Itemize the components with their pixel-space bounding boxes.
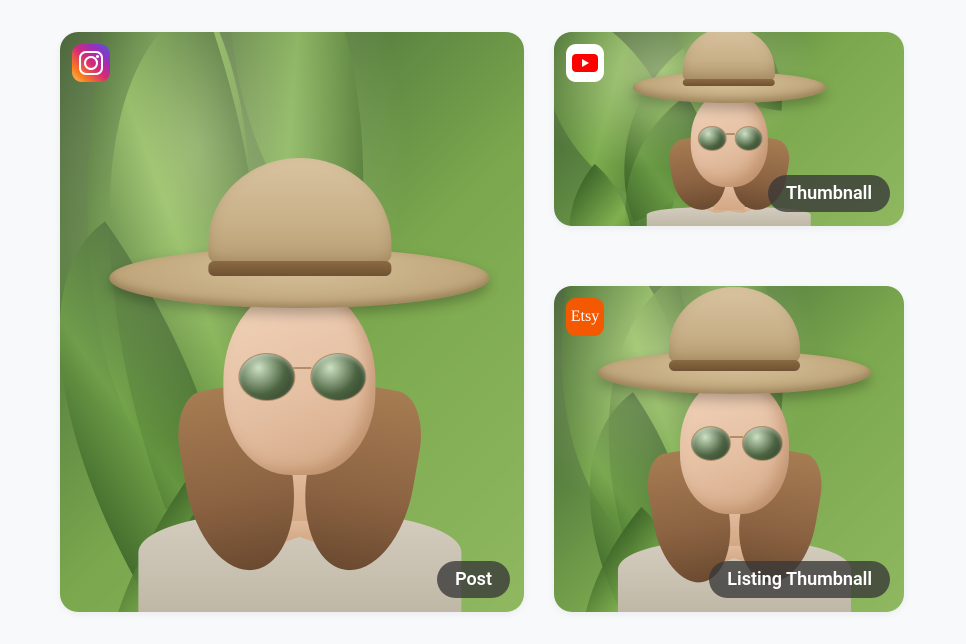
etsy-card[interactable]: Etsy Listing Thumbnall (554, 286, 904, 612)
instagram-icon (72, 44, 110, 82)
format-label: Thumbnall (768, 175, 890, 212)
photo-placeholder (60, 32, 524, 612)
right-column: Thumbnall Etsy Listing Thumbnall (554, 32, 904, 612)
youtube-card[interactable]: Thumbnall (554, 32, 904, 226)
instagram-card[interactable]: Post (60, 32, 524, 612)
format-label: Listing Thumbnall (709, 561, 890, 598)
youtube-icon (566, 44, 604, 82)
format-label: Post (437, 561, 510, 598)
format-gallery: Post Thumbnall (0, 0, 966, 644)
etsy-icon: Etsy (566, 298, 604, 336)
left-column: Post (60, 32, 524, 612)
